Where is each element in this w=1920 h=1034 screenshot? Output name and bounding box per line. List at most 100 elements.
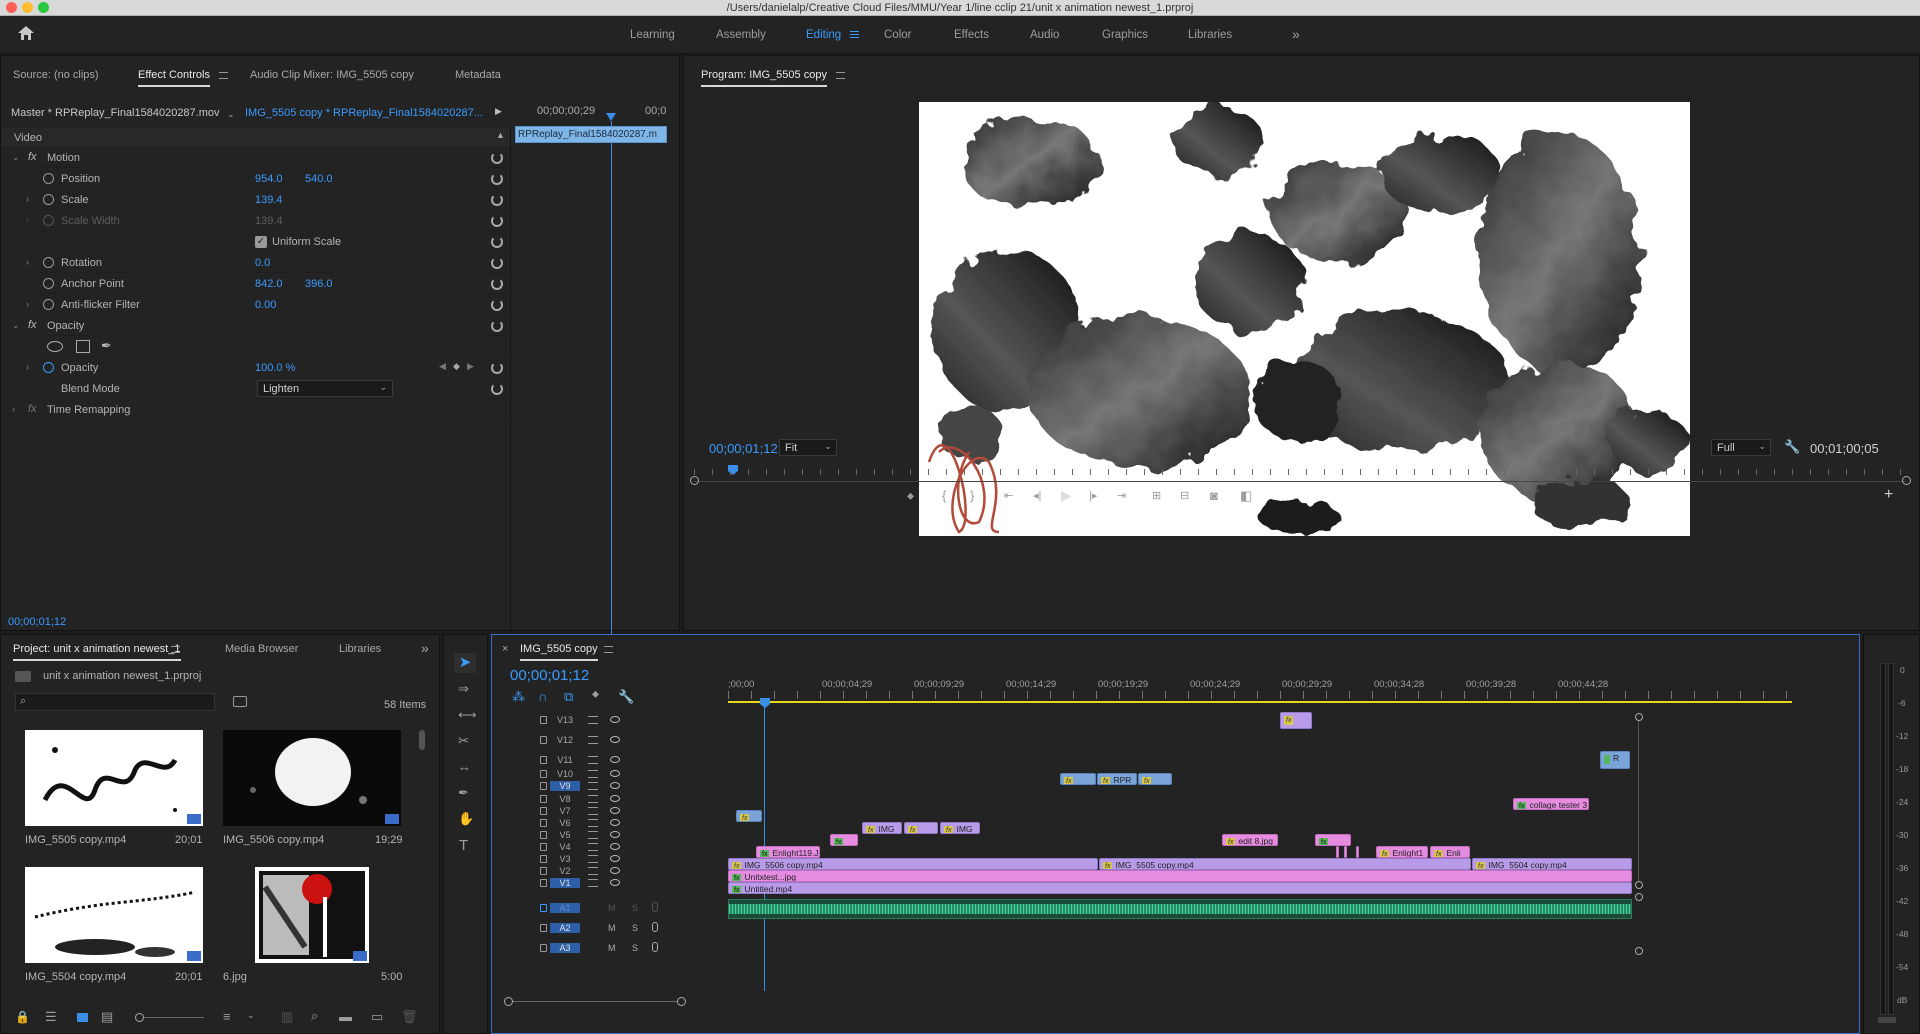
- sync-lock-icon[interactable]: [588, 879, 598, 887]
- hand-tool-icon[interactable]: ✋: [458, 811, 474, 827]
- lock-icon[interactable]: 🔒: [15, 1010, 30, 1024]
- eye-icon[interactable]: [610, 807, 620, 814]
- timeline-clip[interactable]: fx collage tester 3: [1513, 798, 1589, 810]
- sync-lock-icon[interactable]: [588, 736, 598, 744]
- ellipse-mask-icon[interactable]: [47, 341, 63, 352]
- track-target-v2[interactable]: V2: [550, 866, 580, 876]
- scale-value[interactable]: 139.4: [255, 194, 283, 206]
- panel-menu-icon[interactable]: [836, 72, 845, 79]
- track-target-v7[interactable]: V7: [550, 806, 580, 816]
- twirl-closed-icon[interactable]: ›: [26, 194, 29, 204]
- sync-lock-icon[interactable]: [588, 819, 598, 827]
- sequence-clip-label[interactable]: IMG_5505 copy * RPReplay_Final1584020287…: [245, 107, 483, 119]
- rotation-value[interactable]: 0.0: [255, 257, 270, 269]
- timeline-clip[interactable]: fx: [1138, 773, 1172, 785]
- timeline-clip[interactable]: fx IMG_5505 copy.mp4: [1099, 858, 1471, 870]
- mute-track-button[interactable]: M: [608, 943, 616, 953]
- list-view-icon[interactable]: ☰: [45, 1009, 57, 1025]
- track-lock-icon[interactable]: [540, 795, 547, 803]
- workspace-learning[interactable]: Learning: [630, 29, 675, 41]
- type-tool-icon[interactable]: T: [459, 837, 468, 854]
- sync-lock-icon[interactable]: [588, 807, 598, 815]
- previous-keyframe-icon[interactable]: ◀: [439, 361, 446, 372]
- master-clip-label[interactable]: Master * RPReplay_Final1584020287.mov: [11, 107, 220, 119]
- chevron-down-icon[interactable]: ⌄: [227, 109, 235, 120]
- track-target-v9[interactable]: V9: [550, 781, 580, 791]
- timeline-clip[interactable]: fx Unitxtest...jpg: [728, 870, 1632, 882]
- eye-icon[interactable]: [610, 831, 620, 838]
- sync-lock-icon[interactable]: [588, 831, 598, 839]
- home-icon[interactable]: [18, 26, 34, 40]
- twirl-closed-icon[interactable]: ›: [26, 257, 29, 267]
- icon-view-icon[interactable]: [77, 1013, 88, 1022]
- twirl-closed-icon[interactable]: ›: [26, 299, 29, 309]
- scroll-handle[interactable]: [1635, 947, 1643, 955]
- eye-icon[interactable]: [610, 819, 620, 826]
- timeline-clip[interactable]: fx: [830, 834, 858, 846]
- media-thumbnail[interactable]: [255, 867, 369, 963]
- collapse-up-icon[interactable]: ▲: [496, 130, 505, 140]
- timeline-clip[interactable]: fx Enlight119.J: [756, 846, 820, 858]
- reset-icon[interactable]: [491, 320, 503, 332]
- track-lock-icon[interactable]: [540, 716, 547, 724]
- program-zoom-bar[interactable]: [694, 481, 1906, 482]
- pen-tool-icon[interactable]: ✒: [458, 785, 469, 801]
- reset-icon[interactable]: [491, 215, 503, 227]
- anchor-y-value[interactable]: 396.0: [305, 278, 333, 290]
- eye-icon[interactable]: [610, 795, 620, 802]
- voiceover-record-icon[interactable]: [652, 902, 658, 912]
- timeline-clip[interactable]: [1356, 846, 1359, 858]
- scroll-handle[interactable]: [1635, 881, 1643, 889]
- workspace-audio[interactable]: Audio: [1030, 29, 1059, 41]
- zoom-handle-right[interactable]: [1902, 476, 1911, 485]
- scroll-handle[interactable]: [1635, 893, 1643, 901]
- position-x-value[interactable]: 954.0: [255, 173, 283, 185]
- media-thumbnail[interactable]: [25, 730, 203, 826]
- timeline-clip[interactable]: fx IMG_5504 copy.mp4: [1472, 858, 1632, 870]
- panel-menu-icon[interactable]: [604, 646, 613, 653]
- find-icon[interactable]: ⌕: [311, 1008, 318, 1024]
- sync-lock-icon[interactable]: [588, 867, 598, 875]
- timeline-clip[interactable]: fx edit 8.jpg: [1222, 834, 1278, 846]
- sync-lock-icon[interactable]: [588, 843, 598, 851]
- anchor-x-value[interactable]: 842.0: [255, 278, 283, 290]
- sync-lock-icon[interactable]: [588, 855, 598, 863]
- wrench-icon[interactable]: 🔧: [1784, 439, 1800, 455]
- twirl-open-icon[interactable]: ⌄: [12, 152, 20, 163]
- voiceover-record-icon[interactable]: [652, 922, 658, 932]
- track-lock-icon[interactable]: [540, 855, 547, 863]
- reset-icon[interactable]: [491, 383, 503, 395]
- media-thumbnail[interactable]: [25, 867, 203, 963]
- timeline-clip[interactable]: fx IMG_5506 copy.mp4: [728, 858, 1098, 870]
- antiflicker-value[interactable]: 0.00: [255, 299, 276, 311]
- track-lock-icon[interactable]: [540, 843, 547, 851]
- snap-icon[interactable]: ∩: [538, 689, 547, 704]
- blend-mode-dropdown[interactable]: Lighten ⌄: [257, 380, 393, 397]
- reset-icon[interactable]: [491, 236, 503, 248]
- eye-icon[interactable]: [610, 736, 620, 743]
- selection-tool-icon[interactable]: ➤: [454, 653, 476, 673]
- timeline-clip[interactable]: [1336, 846, 1339, 858]
- track-target-v10[interactable]: V10: [550, 769, 580, 779]
- track-target-v4[interactable]: V4: [550, 842, 580, 852]
- timeline-clip[interactable]: fx: [1060, 773, 1096, 785]
- workspace-libraries[interactable]: Libraries: [1188, 29, 1232, 41]
- eye-icon[interactable]: [610, 716, 620, 723]
- opacity-effect[interactable]: ⌄ fx Opacity: [1, 316, 513, 336]
- track-target-v3[interactable]: V3: [550, 854, 580, 864]
- solo-track-button[interactable]: S: [632, 923, 638, 933]
- timeline-clip[interactable]: R: [1600, 751, 1630, 769]
- stopwatch-icon[interactable]: [43, 278, 54, 289]
- project-scrollbar[interactable]: [419, 730, 425, 750]
- ripple-edit-tool-icon[interactable]: ⟷: [458, 707, 477, 723]
- track-lock-icon[interactable]: [540, 944, 547, 952]
- reset-icon[interactable]: [491, 152, 503, 164]
- step-forward-icon[interactable]: |▸: [1089, 489, 1097, 502]
- timeline-clip[interactable]: fx: [1315, 834, 1351, 846]
- sequence-tab[interactable]: IMG_5505 copy: [520, 643, 598, 661]
- fx-toggle-icon[interactable]: fx: [28, 151, 37, 163]
- timeline-clip[interactable]: fx RPR: [1097, 773, 1137, 785]
- zoom-slider[interactable]: [144, 1017, 204, 1018]
- timeline-clip[interactable]: fx: [736, 810, 762, 822]
- tab-project[interactable]: Project: unit x animation newest_1: [13, 643, 181, 661]
